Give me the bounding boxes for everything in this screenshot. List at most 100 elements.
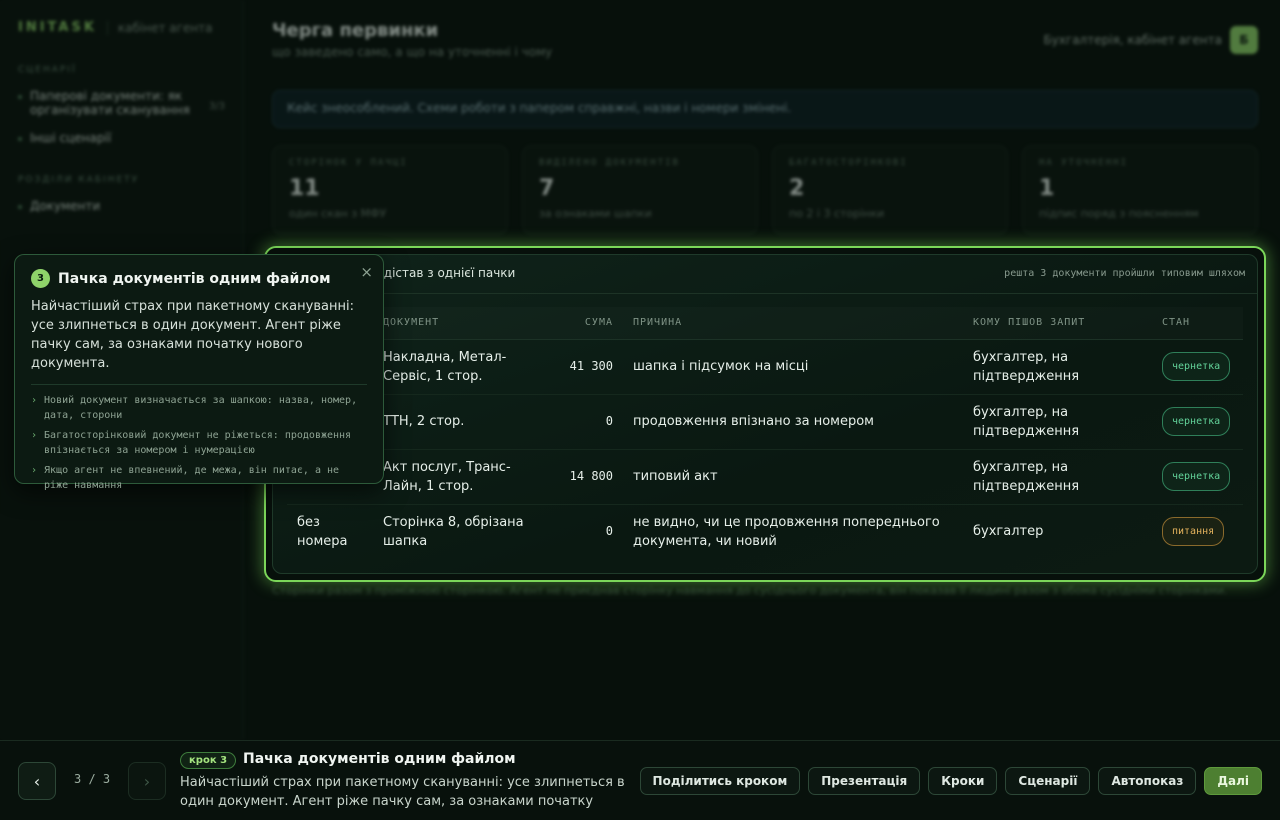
popover-title: Пачка документів одним файлом [58, 270, 331, 287]
cell-request: бухгалтер, на підтвердження [963, 394, 1152, 450]
table-row[interactable]: ТТН, 2 стор. 0 продовження впізнано за н… [287, 394, 1243, 450]
next-button[interactable]: Далі [1204, 767, 1262, 795]
step-title: Пачка документів одним файлом [243, 751, 516, 767]
stat-card: НА УТОЧНЕННІ 1 підпис поряд з поясненням [1022, 145, 1258, 235]
cell-state: чернетка [1152, 394, 1243, 450]
popover-divider [31, 384, 367, 385]
page-subtitle: що заведено само, а що на уточненні і чо… [272, 45, 553, 59]
brand-divider [106, 20, 108, 35]
status-badge: чернетка [1162, 407, 1231, 436]
card-title: т дістав з однієї пачки [373, 266, 516, 280]
page-title: Черга первинки [272, 20, 439, 41]
share-step-button[interactable]: Поділитись кроком [639, 767, 801, 795]
cell-reason: шапка і підсумок на місці [623, 339, 963, 395]
table-footnote: Сторінки разом з проміжною сторінкою. Аг… [272, 584, 1228, 597]
tour-popover: 3 Пачка документів одним файлом × Найчас… [14, 254, 384, 491]
sidebar-item-label: Інші сценарії [30, 131, 112, 145]
stat-hint: за ознаками шапки [539, 207, 652, 220]
chevron-right-icon: › [31, 430, 38, 441]
documents-table: ДОКУМЕНТ СУМА ПРИЧИНА КОМУ ПІШОВ ЗАПИТ С… [287, 307, 1243, 559]
stat-card: СТОРІНОК У ПАЧЦІ 11 один скан з МФУ [272, 145, 508, 235]
card-meta: решта 3 документи пройшли типовим шляхом [1004, 268, 1245, 279]
prev-step-button[interactable]: ‹ [18, 762, 56, 800]
cell-document: Сторінка 8, обрізана шапка [383, 514, 524, 549]
avatar[interactable]: Б [1230, 26, 1258, 54]
sidebar-item-other-scenarios[interactable]: Інші сценарії [18, 131, 225, 145]
cell-request: бухгалтер, на підтвердження [963, 339, 1152, 395]
cell-amount: 41 300 [553, 339, 623, 395]
list-item: › Якщо агент не впевнений, де межа, він п… [31, 463, 367, 493]
anonymization-notice: Кейс знеособлений. Схеми роботи з паперо… [272, 90, 1258, 128]
popover-points: › Новий документ визначається за шапкою: … [31, 393, 367, 493]
chevron-right-icon: › [143, 771, 151, 791]
stat-value: 7 [539, 176, 555, 201]
step-counter: 3 / 3 [74, 772, 111, 786]
stat-value: 2 [789, 176, 805, 201]
autoplay-button[interactable]: Автопоказ [1098, 767, 1197, 795]
table-row[interactable]: Накладна, Метал-Сервіс, 1 стор. 41 300 ш… [287, 339, 1243, 395]
stat-hint: підпис поряд з поясненням [1039, 207, 1199, 220]
status-badge: чернетка [1162, 352, 1231, 381]
column-header-reason: ПРИЧИНА [623, 307, 963, 340]
split-documents-card: т дістав з однієї пачки решта 3 документ… [272, 254, 1258, 574]
step-number-badge: 3 [31, 269, 50, 288]
cell-amount: 0 [605, 524, 613, 539]
step-tag: крок 3 [180, 752, 237, 769]
stat-label: НА УТОЧНЕННІ [1039, 158, 1129, 168]
point-text: Якщо агент не впевнений, де межа, він пи… [44, 465, 340, 491]
chevron-right-icon: › [31, 465, 38, 476]
cell-reason: не видно, чи це продовження попереднього… [633, 514, 940, 549]
popover-header: 3 Пачка документів одним файлом [31, 269, 367, 288]
cell-state: чернетка [1152, 339, 1243, 395]
cell-reason: продовження впізнано за номером [623, 394, 963, 450]
bullet-icon [18, 205, 22, 209]
steps-button[interactable]: Кроки [928, 767, 998, 795]
presentation-button[interactable]: Презентація [808, 767, 921, 795]
list-item: › Багатосторінковий документ не ріжеться:… [31, 428, 367, 458]
sidebar-item-count: 3/3 [208, 101, 225, 112]
column-header-request: КОМУ ПІШОВ ЗАПИТ [963, 307, 1152, 340]
stat-card: ВИДІЛЕНО ДОКУМЕНТІВ 7 за ознаками шапки [522, 145, 758, 235]
cell-document: Накладна, Метал-Сервіс, 1 стор. [373, 339, 553, 395]
cell-state: питання [1152, 504, 1243, 559]
cell-page: без номера [297, 514, 348, 549]
cell-amount: 14 800 [553, 449, 623, 505]
chevron-left-icon: ‹ [33, 771, 41, 791]
scenarios-button[interactable]: Сценарії [1005, 767, 1091, 795]
point-text: Багатосторінковий документ не ріжеться: … [44, 430, 352, 456]
stat-hint: один скан з МФУ [289, 207, 387, 220]
cell-reason: типовий акт [623, 449, 963, 505]
popover-body: Найчастіший страх при пакетному скануван… [31, 299, 354, 371]
stat-value: 1 [1039, 176, 1055, 201]
status-badge: питання [1162, 517, 1225, 547]
next-step-arrow-button[interactable]: › [128, 762, 166, 800]
tour-actions: Поділитись кроком Презентація Кроки Сцен… [639, 767, 1262, 795]
table-header-row: ДОКУМЕНТ СУМА ПРИЧИНА КОМУ ПІШОВ ЗАПИТ С… [287, 307, 1243, 340]
stats-row: СТОРІНОК У ПАЧЦІ 11 один скан з МФУ ВИДІ… [272, 145, 1258, 235]
account-name: Бухгалтерія, кабінет агента [1043, 33, 1222, 47]
brand: INITASK кабінет агента [18, 20, 225, 35]
close-icon[interactable]: × [360, 263, 373, 281]
tour-bottom-bar: ‹ 3 / 3 › крок 3 Пачка документів одним … [0, 740, 1280, 820]
brand-subtitle: кабінет агента [117, 20, 213, 35]
list-item: › Новий документ визначається за шапкою: … [31, 393, 367, 423]
step-description: Найчастіший страх при пакетному скануван… [180, 775, 625, 809]
cell-state: чернетка [1152, 449, 1243, 505]
column-header-amount: СУМА [553, 307, 623, 340]
stat-hint: по 2 і 3 сторінки [789, 207, 885, 220]
cell-request: бухгалтер, на підтвердження [963, 449, 1152, 505]
table-row[interactable]: Акт послуг, Транс-Лайн, 1 стор. 14 800 т… [287, 449, 1243, 505]
cell-document: ТТН, 2 стор. [373, 394, 553, 450]
column-header-state: СТАН [1152, 307, 1243, 340]
sidebar-item-paper-documents[interactable]: Паперові документи: як організувати скан… [18, 89, 225, 117]
sidebar-item-documents[interactable]: Документи [18, 199, 225, 213]
table-row[interactable]: без номера Сторінка 8, обрізана шапка 0 … [287, 504, 1243, 559]
sidebar-section-cabinet: РОЗДІЛИ КАБІНЕТУ [18, 175, 140, 185]
cell-amount: 0 [553, 394, 623, 450]
sidebar-section-scenarios: СЦЕНАРІЇ [18, 65, 77, 75]
sidebar-item-label: Паперові документи: як організувати скан… [30, 89, 190, 117]
stat-label: БАГАТОСТОРІНКОВІ [789, 158, 908, 168]
account-area[interactable]: Бухгалтерія, кабінет агента Б [1043, 26, 1258, 54]
status-badge: чернетка [1162, 462, 1231, 491]
stat-label: ВИДІЛЕНО ДОКУМЕНТІВ [539, 158, 680, 168]
